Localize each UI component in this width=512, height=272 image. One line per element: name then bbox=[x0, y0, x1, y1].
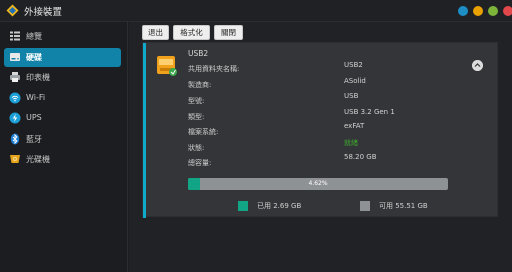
overview-icon bbox=[10, 31, 20, 41]
title-bar: 外接裝置 bbox=[0, 0, 512, 22]
collapse-chevron-icon[interactable] bbox=[472, 60, 483, 71]
ups-icon bbox=[9, 112, 21, 124]
printer-icon bbox=[10, 72, 20, 82]
type-value: USB 3.2 Gen 1 bbox=[344, 108, 395, 116]
device-name: USB2 bbox=[188, 49, 209, 58]
filesystem-label: 檔案系統: bbox=[188, 128, 219, 136]
app-title: 外接裝置 bbox=[24, 7, 63, 18]
format-button[interactable]: 格式化 bbox=[173, 25, 210, 40]
close-window-button[interactable] bbox=[503, 6, 512, 16]
total-capacity-value: 58.20 GB bbox=[344, 153, 377, 161]
sidebar-item-label: 光碟機 bbox=[26, 155, 50, 164]
share-name-value: USB2 bbox=[344, 61, 363, 69]
close-device-button[interactable]: 關閉 bbox=[214, 25, 243, 40]
sidebar-item-label: 總覽 bbox=[26, 32, 42, 41]
sidebar-item-disk[interactable]: 硬碟 bbox=[4, 48, 121, 67]
sidebar-item-overview[interactable]: 總覽 bbox=[4, 27, 121, 46]
card-accent-bar bbox=[143, 43, 146, 218]
maximize-window-button[interactable] bbox=[488, 6, 498, 16]
model-value: USB bbox=[344, 92, 359, 100]
sidebar-item-label: 印表機 bbox=[26, 73, 50, 82]
sidebar-item-bluetooth[interactable]: 藍牙 bbox=[4, 130, 121, 149]
optical-drive-icon bbox=[10, 155, 20, 163]
sidebar-item-label: 硬碟 bbox=[26, 53, 42, 62]
wifi-icon bbox=[9, 92, 21, 104]
sidebar-item-label: 藍牙 bbox=[26, 135, 42, 144]
type-label: 類型: bbox=[188, 113, 205, 121]
minimize-window-button[interactable] bbox=[473, 6, 483, 16]
used-legend-swatch bbox=[238, 201, 248, 211]
sidebar-item-label: Wi-Fi bbox=[26, 93, 46, 102]
status-label: 狀態: bbox=[188, 144, 205, 152]
eject-button[interactable]: 退出 bbox=[142, 25, 169, 40]
status-value: 就緒 bbox=[344, 139, 358, 147]
usb-drive-icon bbox=[157, 56, 177, 76]
sidebar: 總覽 硬碟 印表機 Wi-Fi UPS 藍牙 光碟機 bbox=[0, 22, 128, 272]
disk-icon bbox=[10, 53, 20, 61]
sidebar-item-optical-drive[interactable]: 光碟機 bbox=[4, 150, 121, 169]
share-name-label: 共用資料夾名稱: bbox=[188, 65, 240, 73]
help-window-button[interactable] bbox=[458, 6, 468, 16]
free-legend-swatch bbox=[360, 201, 370, 211]
sidebar-item-wifi[interactable]: Wi-Fi bbox=[4, 89, 121, 108]
manufacturer-value: ASolid bbox=[344, 77, 366, 85]
used-legend-label: 已用 2.69 GB bbox=[257, 202, 302, 210]
sidebar-item-ups[interactable]: UPS bbox=[4, 109, 121, 128]
app-logo-icon bbox=[6, 4, 19, 17]
sidebar-item-printer[interactable]: 印表機 bbox=[4, 68, 121, 87]
usage-percent: 4.62% bbox=[308, 180, 328, 187]
sidebar-item-label: UPS bbox=[26, 113, 42, 122]
bluetooth-icon bbox=[10, 133, 20, 145]
model-label: 型號: bbox=[188, 97, 205, 105]
total-capacity-label: 總容量: bbox=[188, 159, 212, 167]
usage-bar: 4.62% bbox=[188, 178, 448, 190]
free-legend-label: 可用 55.51 GB bbox=[379, 202, 428, 210]
manufacturer-label: 製造商: bbox=[188, 81, 212, 89]
device-card: USB2 共用資料夾名稱: USB2 製造商: ASolid 型號: USB 類… bbox=[142, 42, 498, 218]
filesystem-value: exFAT bbox=[344, 122, 365, 130]
